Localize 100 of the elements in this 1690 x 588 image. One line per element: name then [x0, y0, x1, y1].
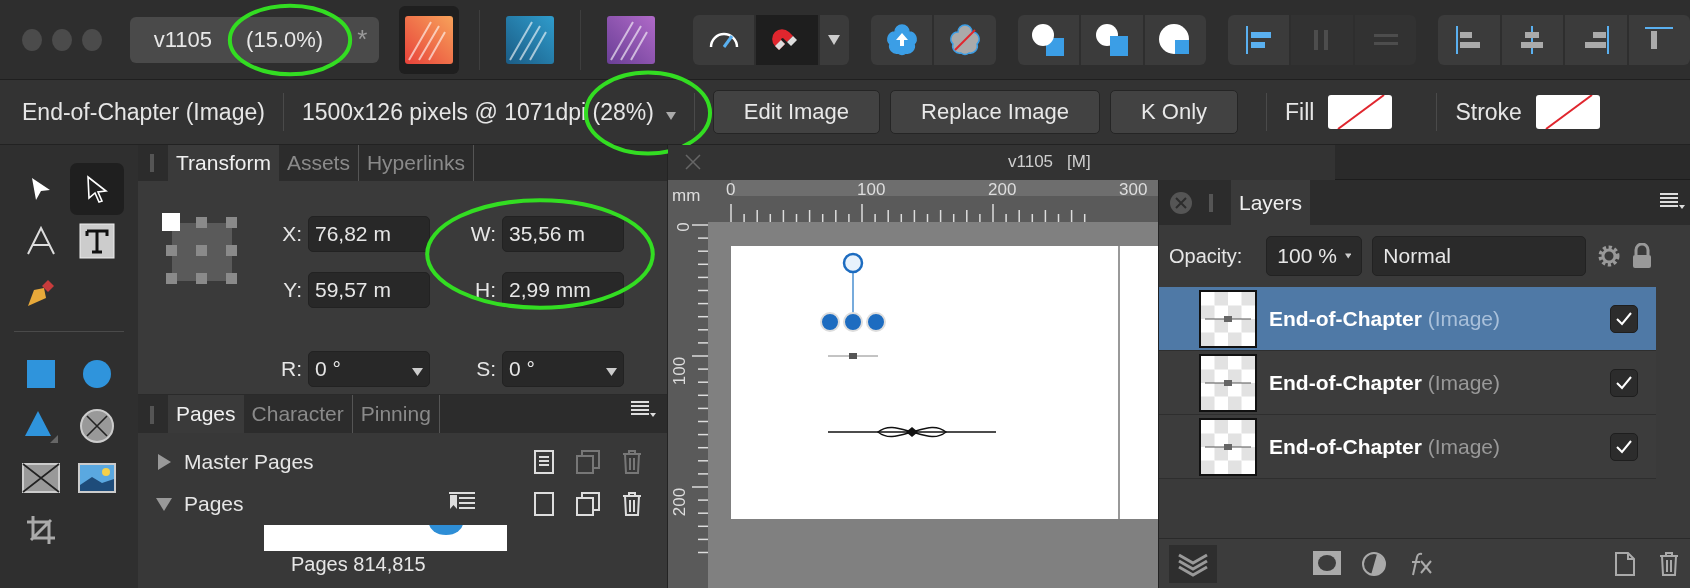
pointer-icon — [86, 175, 108, 203]
toolbar-button[interactable] — [1081, 14, 1143, 65]
caret-icon — [412, 368, 423, 377]
modified-mark: * — [357, 24, 368, 55]
image-info: 1500x126 pixels @ 1071dpi (28%) — [301, 98, 654, 126]
document-title: v1105 — [1008, 152, 1054, 172]
context-button[interactable]: Replace Image — [890, 90, 1100, 134]
fill-label: Fill — [1285, 98, 1315, 126]
panel-menu-icon — [1658, 190, 1686, 211]
toolbar-button[interactable] — [1144, 14, 1207, 65]
field-label: W: — [469, 221, 496, 246]
pages-list-icon — [447, 491, 477, 511]
ruler-label: 0 — [674, 221, 694, 234]
landscape-image-icon — [78, 463, 116, 493]
context-button[interactable]: K Only — [1110, 90, 1239, 134]
disclosure-toggle[interactable] — [156, 496, 172, 512]
caret-icon — [665, 111, 676, 120]
checkmark-icon — [1615, 374, 1633, 391]
field-label: H: — [474, 278, 496, 303]
input-field[interactable]: 2,99 mm — [502, 272, 624, 309]
panel-tab[interactable]: Layers — [1231, 180, 1311, 225]
stroke-swatch[interactable] — [1535, 95, 1600, 129]
visibility-checkbox[interactable] — [1610, 368, 1638, 397]
shape-front-icon — [1030, 21, 1067, 58]
layer-thumbnail — [1199, 353, 1257, 412]
text-a-icon — [26, 226, 56, 256]
picture-frame-icon — [22, 463, 60, 493]
input-field[interactable]: 59,57 m — [308, 272, 430, 309]
document-icon — [533, 449, 555, 475]
toolbar-button[interactable] — [1501, 14, 1564, 65]
ruler-label: 100 — [670, 355, 690, 388]
app-icon — [405, 15, 454, 64]
close-icon — [1169, 190, 1193, 215]
caret-icon — [606, 368, 617, 377]
toolbar-button[interactable] — [934, 14, 996, 65]
tool-button[interactable] — [70, 163, 124, 215]
close-icon — [684, 153, 702, 171]
layer-row[interactable]: End-of-Chapter (Image) — [1159, 351, 1656, 415]
ellipse-icon — [82, 359, 112, 389]
layer-thumbnail — [1199, 289, 1257, 348]
document-title: v1105 — [153, 26, 213, 53]
page-icon — [533, 491, 555, 517]
dropdown-field[interactable]: 0 ° — [502, 351, 624, 388]
toolbar-button[interactable] — [693, 14, 755, 65]
trash-icon — [621, 491, 643, 517]
duplicate-icon — [575, 449, 601, 475]
triangle-icon — [24, 409, 58, 443]
toolbar-button[interactable] — [819, 14, 849, 65]
context-button[interactable]: Edit Image — [712, 90, 881, 134]
thumbnail-label: Pages 814,815 — [291, 553, 427, 575]
persona-button[interactable] — [399, 5, 460, 74]
ruler-label: 0 — [726, 180, 736, 200]
section-label: Master Pages — [184, 450, 314, 474]
fill-swatch[interactable] — [1328, 95, 1393, 129]
field-label: Y: — [282, 278, 302, 303]
toolbar-button[interactable] — [1438, 14, 1500, 65]
panel-menu-icon — [629, 399, 657, 419]
ruler-label: 200 — [670, 486, 690, 519]
mode-label: [M] — [1067, 152, 1091, 172]
field-label: R: — [280, 357, 302, 382]
document-icon — [1614, 550, 1636, 577]
visibility-checkbox[interactable] — [1610, 432, 1638, 461]
rectangle-icon — [26, 359, 56, 389]
panel-tab[interactable]: Transform — [168, 145, 279, 181]
layer-name: End-of-Chapter (Image) — [1269, 370, 1501, 395]
dropdown-field[interactable]: 0 ° — [308, 351, 430, 388]
shape-forward-icon — [1093, 21, 1130, 58]
ruler-unit: mm — [672, 186, 701, 206]
opacity-dropdown[interactable]: 100 % — [1266, 236, 1363, 276]
trash-icon — [621, 449, 643, 475]
checkmark-icon — [1615, 438, 1633, 455]
toolbar-button[interactable] — [1228, 14, 1290, 65]
document-tab[interactable]: v1105 (15.0%) * — [129, 16, 380, 63]
trash-icon — [1658, 550, 1680, 577]
layer-row[interactable]: End-of-Chapter (Image) — [1159, 415, 1656, 479]
field-label: S: — [475, 357, 496, 382]
visibility-checkbox[interactable] — [1610, 304, 1638, 333]
input-field[interactable]: 35,56 m — [502, 215, 624, 252]
app-icon — [506, 15, 555, 64]
caret-icon — [1344, 252, 1352, 260]
caret-icon — [828, 34, 841, 45]
ruler-label: 300 — [1119, 180, 1148, 200]
toolbar-button[interactable] — [756, 14, 818, 65]
layer-name: End-of-Chapter (Image) — [1269, 306, 1501, 331]
layer-thumbnail — [1199, 417, 1257, 476]
toolbar-button[interactable] — [1628, 14, 1690, 65]
flower-off-icon — [947, 21, 983, 58]
panel-tab[interactable]: Pages — [168, 395, 244, 433]
crop-icon — [25, 514, 57, 546]
ellipse-frame-icon — [79, 408, 115, 444]
checkmark-icon — [1615, 310, 1633, 327]
text-frame-icon — [79, 223, 115, 259]
layer-row[interactable]: End-of-Chapter (Image) — [1159, 287, 1656, 351]
selection-label: End-of-Chapter (Image) — [22, 98, 265, 126]
toolbar-button[interactable] — [870, 14, 933, 65]
disclosure-toggle[interactable] — [156, 454, 172, 470]
input-field[interactable]: 76,82 m — [308, 215, 430, 252]
toolbar-button[interactable] — [1017, 14, 1080, 65]
blend-mode-dropdown[interactable]: Normal — [1372, 236, 1587, 276]
layer-name: End-of-Chapter (Image) — [1269, 434, 1501, 459]
